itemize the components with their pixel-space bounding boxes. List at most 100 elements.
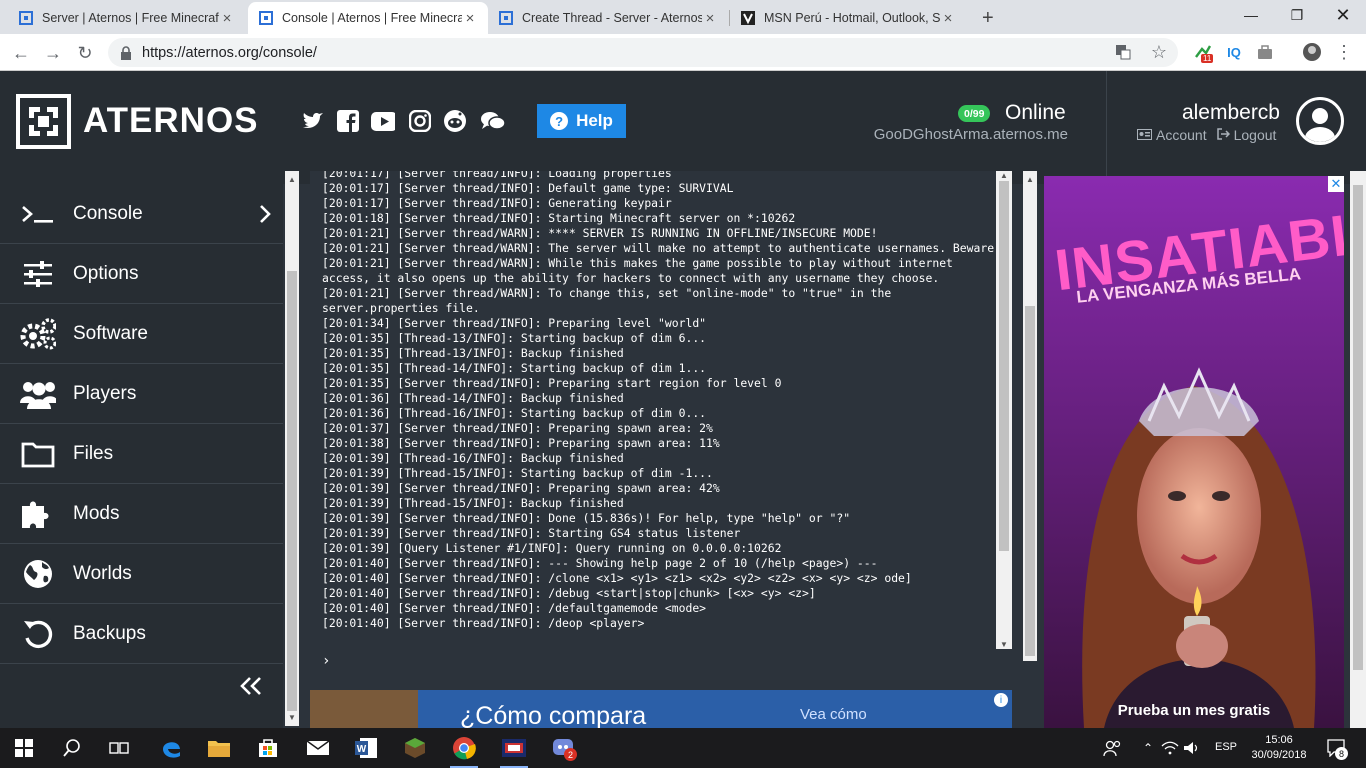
language-indicator[interactable]: ESP xyxy=(1215,741,1237,753)
extension-icon[interactable]: 11 xyxy=(1193,42,1214,63)
console-line: [20:01:40] [Server thread/INFO]: --- Sho… xyxy=(322,556,878,570)
lock-icon xyxy=(120,45,132,60)
sidebar-item-files[interactable]: Files xyxy=(0,424,283,484)
reload-button[interactable]: ↻ xyxy=(72,40,98,66)
browser-tab-strip: Server | Aternos | Free Minecraft S × Co… xyxy=(0,0,1366,34)
help-button[interactable]: ? Help xyxy=(537,104,626,138)
minimize-window-button[interactable]: — xyxy=(1228,0,1274,30)
brand-name[interactable]: ATERNOS xyxy=(83,101,259,141)
system-clock[interactable]: 15:06 30/09/2018 xyxy=(1246,733,1312,763)
notifications-icon[interactable]: 8 xyxy=(1322,734,1350,762)
id-card-icon xyxy=(1137,127,1152,143)
site-header: ATERNOS ? Help 0/99 Online GooDGhostArma… xyxy=(0,71,1366,184)
profile-avatar-icon[interactable] xyxy=(1302,42,1322,62)
close-tab-icon[interactable]: × xyxy=(940,10,956,27)
close-tab-icon[interactable]: × xyxy=(702,10,718,27)
ad-close-icon[interactable]: ✕ xyxy=(1328,176,1344,192)
back-button[interactable]: ← xyxy=(8,40,34,66)
chat-bubbles-icon[interactable] xyxy=(480,109,506,133)
close-tab-icon[interactable]: × xyxy=(219,10,235,27)
windows-taskbar: W 2 ⌃ ESP 15:06 30/09/2018 8 xyxy=(0,728,1366,768)
close-tab-icon[interactable]: × xyxy=(462,10,478,27)
ad-link[interactable]: Vea cómo xyxy=(800,706,867,723)
question-icon: ? xyxy=(550,112,569,130)
clock-date: 30/09/2018 xyxy=(1251,749,1307,761)
extension-badge: 11 xyxy=(1201,54,1214,63)
sidebar-item-label: Mods xyxy=(73,502,120,524)
console-line: [20:01:40] [Server thread/INFO]: /clone … xyxy=(322,571,912,585)
browser-tab-create-thread[interactable]: Create Thread - Server - Aternos × xyxy=(488,2,728,34)
minecraft-icon[interactable] xyxy=(401,734,429,762)
ad-cta[interactable]: Prueba un mes gratis xyxy=(1044,702,1344,719)
bottom-banner-ad[interactable]: ¿Cómo compara Vea cómo i xyxy=(310,690,1012,728)
volume-icon[interactable] xyxy=(1178,734,1206,762)
svg-text:W: W xyxy=(357,744,367,755)
address-bar[interactable]: https://aternos.org/console/ xyxy=(108,38,1178,67)
content-scrollbar-right[interactable]: ▲ xyxy=(1023,171,1037,661)
console-line: [20:01:18] [Server thread/INFO]: Startin… xyxy=(322,211,796,225)
close-window-button[interactable]: ✕ xyxy=(1320,0,1366,30)
console-line: [20:01:39] [Thread-15/INFO]: Backup fini… xyxy=(322,496,624,510)
browser-tab-console[interactable]: Console | Aternos | Free Minecraft × xyxy=(248,2,488,34)
sidebar-item-options[interactable]: Options xyxy=(0,244,283,304)
sidebar-item-backups[interactable]: Backups xyxy=(0,604,283,664)
briefcase-extension-icon[interactable] xyxy=(1255,42,1275,62)
search-icon[interactable] xyxy=(58,734,86,762)
store-icon[interactable] xyxy=(254,734,282,762)
logout-link[interactable]: Logout xyxy=(1216,127,1276,143)
sidebar-item-console[interactable]: Console xyxy=(0,184,283,244)
user-avatar[interactable] xyxy=(1296,97,1344,145)
server-address[interactable]: GooDGhostArma.aternos.me xyxy=(874,126,1068,143)
console-scrollbar[interactable]: ▲ ▼ xyxy=(996,171,1012,649)
browser-tab-msn[interactable]: MSN Perú - Hotmail, Outlook, Sk × xyxy=(730,2,966,34)
sidebar-item-worlds[interactable]: Worlds xyxy=(0,544,283,604)
sidebar-item-label: Backups xyxy=(73,622,146,644)
new-tab-button[interactable]: + xyxy=(972,2,1002,34)
browser-tab-server[interactable]: Server | Aternos | Free Minecraft S × xyxy=(8,2,245,34)
instagram-icon[interactable] xyxy=(408,109,432,133)
console-output: [20:01:17] [Server thread/INFO]: Loading… xyxy=(310,171,996,649)
youtube-icon[interactable] xyxy=(371,109,395,133)
aternos-logo-icon[interactable] xyxy=(16,94,71,149)
console-line: [20:01:37] [Server thread/INFO]: Prepari… xyxy=(322,421,713,435)
windows-start-icon[interactable] xyxy=(10,734,38,762)
ad-info-icon[interactable]: i xyxy=(994,693,1008,707)
console-command-input[interactable]: › xyxy=(322,653,330,669)
sidebar-item-players[interactable]: Players xyxy=(0,364,283,424)
side-banner-ad[interactable]: INSATIABLE LA VENGANZA MÁS BELLA Prueba … xyxy=(1044,176,1344,728)
reddit-icon[interactable] xyxy=(443,109,467,133)
sidebar-item-software[interactable]: Software xyxy=(0,304,283,364)
page-scrollbar-left[interactable]: ▲ ▼ xyxy=(285,171,299,726)
tab-title: Console | Aternos | Free Minecraft xyxy=(282,11,462,25)
sidebar-item-label: Software xyxy=(73,322,148,344)
twitter-icon[interactable] xyxy=(301,109,325,133)
sidebar-item-mods[interactable]: Mods xyxy=(0,484,283,544)
people-icon[interactable] xyxy=(1098,734,1126,762)
task-view-icon[interactable] xyxy=(105,734,133,762)
chrome-icon[interactable] xyxy=(450,734,478,768)
word-icon[interactable]: W xyxy=(352,734,380,762)
facebook-icon[interactable] xyxy=(336,109,360,133)
file-explorer-icon[interactable] xyxy=(205,734,233,762)
console-line: [20:01:21] [Server thread/WARN]: **** SE… xyxy=(322,226,878,240)
discord-icon[interactable]: 2 xyxy=(550,734,578,762)
game-app-icon[interactable] xyxy=(500,734,528,768)
maximize-window-button[interactable]: ❐ xyxy=(1274,0,1320,30)
account-links: Account Logout xyxy=(1137,127,1276,143)
tab-title: Server | Aternos | Free Minecraft S xyxy=(42,11,219,25)
translate-icon[interactable] xyxy=(1113,42,1133,62)
page-scrollbar-right[interactable] xyxy=(1350,171,1366,728)
iq-extension-icon[interactable]: IQ xyxy=(1224,42,1244,62)
collapse-sidebar-icon[interactable] xyxy=(238,674,264,698)
console-scrollbar-thumb[interactable] xyxy=(999,181,1009,551)
sign-out-icon xyxy=(1216,127,1230,143)
url-text: https://aternos.org/console/ xyxy=(142,44,317,61)
bookmark-star-icon[interactable]: ☆ xyxy=(1149,42,1169,62)
console-line: [20:01:39] [Server thread/INFO]: Startin… xyxy=(322,526,741,540)
edge-browser-icon[interactable] xyxy=(157,734,185,762)
mail-icon[interactable] xyxy=(304,734,332,762)
console-line: [20:01:35] [Thread-13/INFO]: Starting ba… xyxy=(322,331,707,345)
account-link[interactable]: Account xyxy=(1137,127,1207,143)
forward-button[interactable]: → xyxy=(40,40,66,66)
browser-menu-icon[interactable]: ⋮ xyxy=(1334,42,1354,62)
